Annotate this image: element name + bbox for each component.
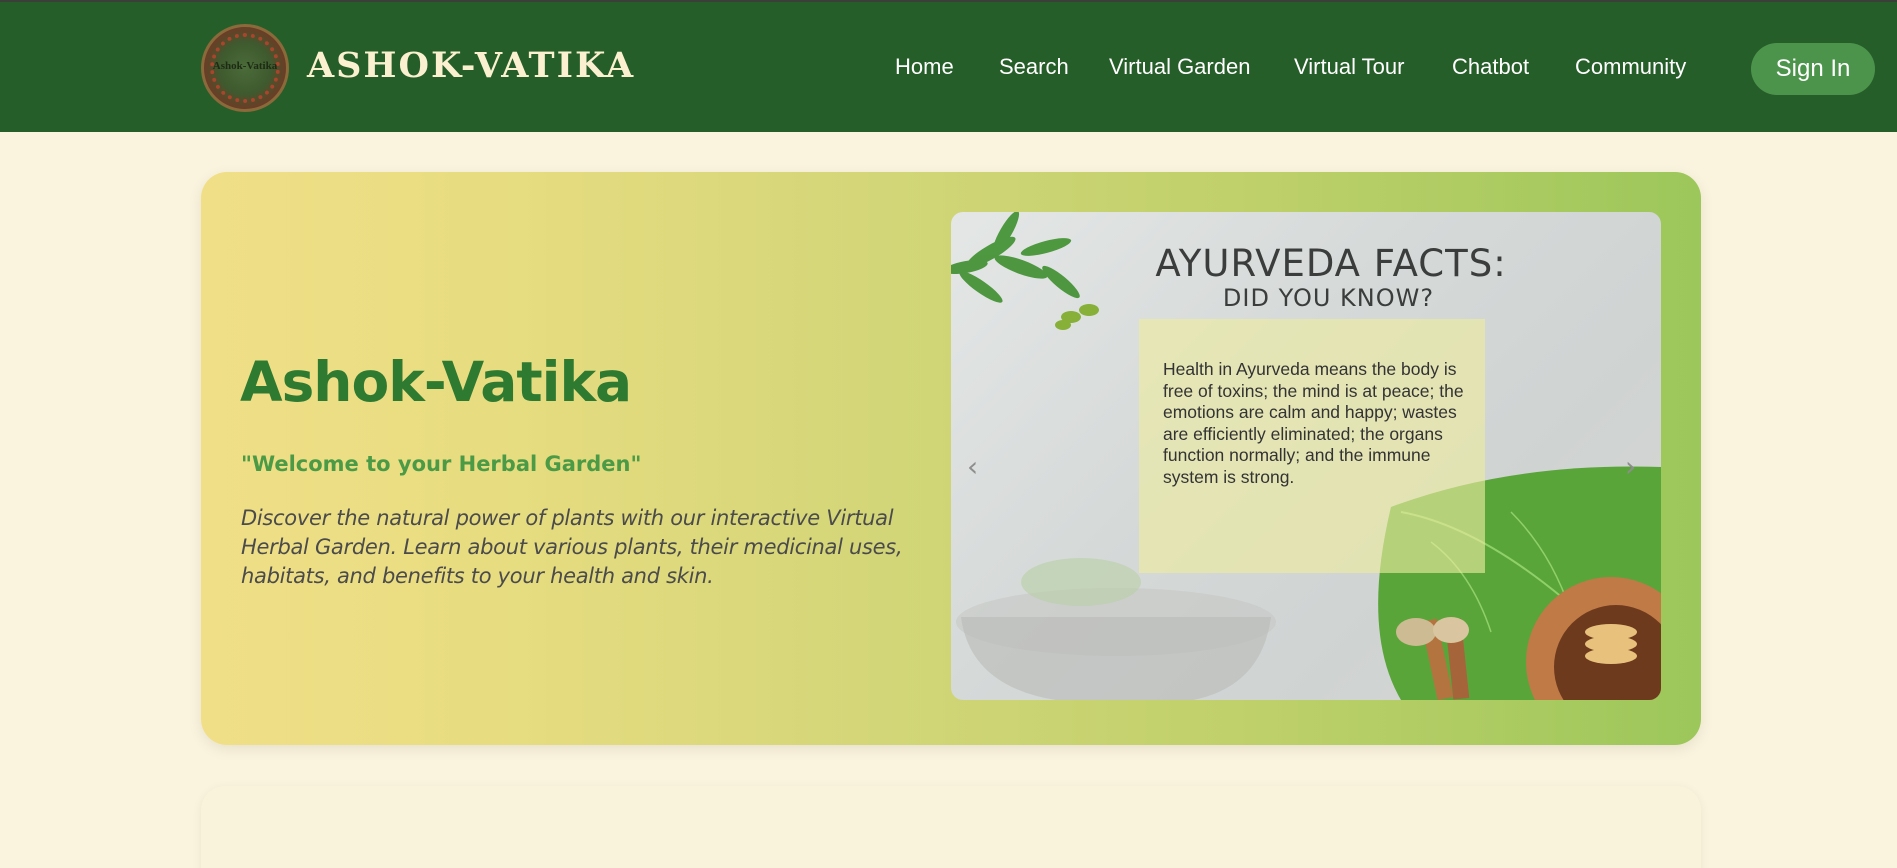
fact-text: Health in Ayurveda means the body is fre… bbox=[1163, 359, 1464, 487]
chevron-right-icon[interactable]: › bbox=[1625, 450, 1636, 483]
nav-virtual-tour[interactable]: Virtual Tour bbox=[1294, 54, 1404, 80]
nav-search[interactable]: Search bbox=[999, 54, 1069, 80]
hero-title: Ashok-Vatika bbox=[240, 350, 632, 414]
main-nav: Home Search Virtual Garden Virtual Tour … bbox=[0, 54, 1897, 84]
nav-chatbot[interactable]: Chatbot bbox=[1452, 54, 1529, 80]
site-header: Ashok-Vatika ASHOK-VATIKA Home Search Vi… bbox=[0, 0, 1897, 132]
nav-home[interactable]: Home bbox=[895, 54, 954, 80]
content-card bbox=[201, 786, 1701, 868]
hero-section: Ashok-Vatika "Welcome to your Herbal Gar… bbox=[201, 172, 1701, 745]
hero-description: Discover the natural power of plants wit… bbox=[241, 506, 903, 588]
slide-title: AYURVEDA FACTS: bbox=[1155, 242, 1507, 285]
hero-quote: "Welcome to your Herbal Garden" bbox=[241, 452, 642, 476]
nav-community[interactable]: Community bbox=[1575, 54, 1686, 80]
nav-virtual-garden[interactable]: Virtual Garden bbox=[1109, 54, 1250, 80]
facts-carousel: AYURVEDA FACTS: DID YOU KNOW? Health in … bbox=[951, 212, 1661, 700]
chevron-left-icon[interactable]: ‹ bbox=[967, 450, 978, 483]
sign-in-button[interactable]: Sign In bbox=[1751, 43, 1875, 95]
slide-subtitle: DID YOU KNOW? bbox=[1222, 284, 1435, 312]
